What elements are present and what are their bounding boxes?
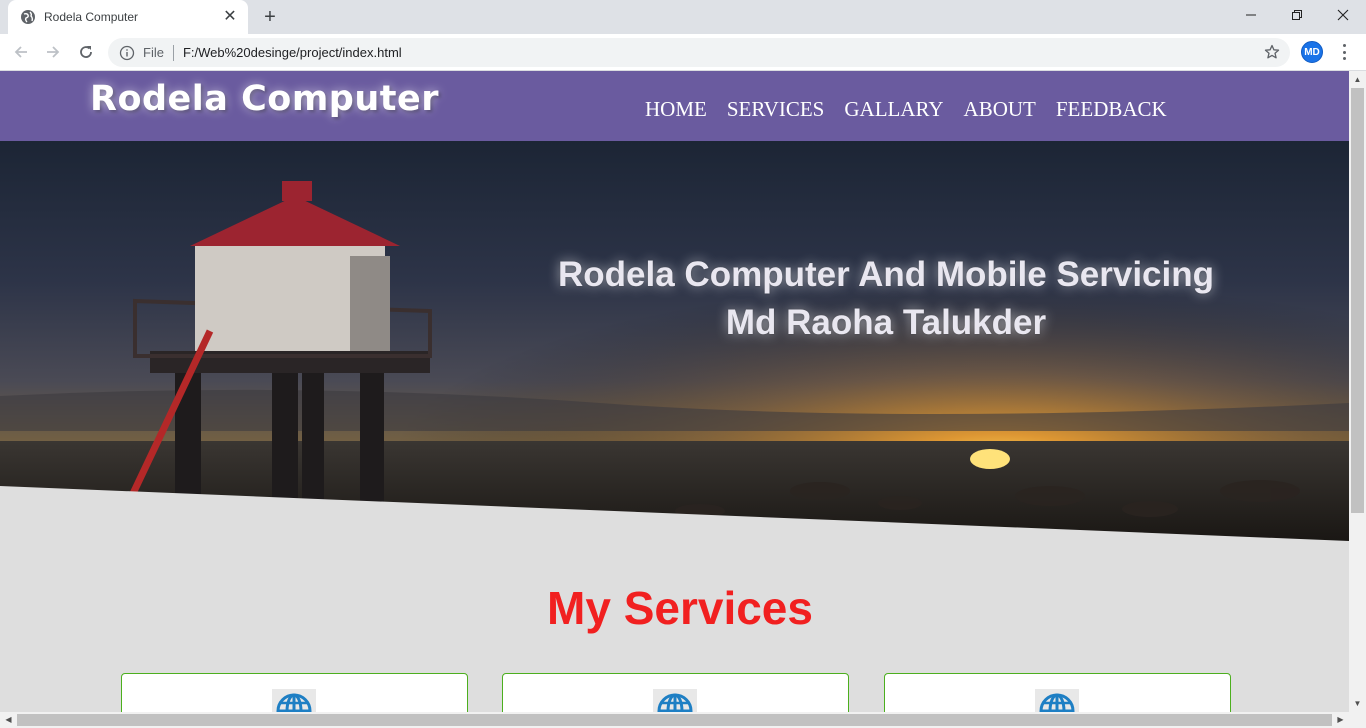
- service-card[interactable]: [884, 673, 1231, 712]
- hero-banner: Rodela Computer And Mobile Servicing Md …: [0, 141, 1349, 541]
- browser-toolbar: File F:/Web%20desinge/project/index.html…: [0, 34, 1366, 71]
- horizontal-scroll-thumb[interactable]: [17, 714, 1332, 726]
- scroll-up-arrow-icon[interactable]: ▲: [1349, 71, 1366, 88]
- info-icon[interactable]: [119, 45, 135, 61]
- globe-icon: [653, 689, 697, 712]
- restore-window-button[interactable]: [1274, 0, 1320, 30]
- site-header: Rodela Computer HOME SERVICES GALLARY AB…: [0, 71, 1349, 141]
- profile-avatar[interactable]: MD: [1301, 41, 1323, 63]
- tab-title: Rodela Computer: [44, 10, 139, 24]
- url-text[interactable]: F:/Web%20desinge/project/index.html: [183, 45, 402, 60]
- hero-heading: Rodela Computer And Mobile Servicing Md …: [558, 251, 1214, 347]
- scheme-label: File: [143, 45, 164, 60]
- service-card[interactable]: [121, 673, 468, 712]
- arrow-left-icon: [14, 46, 27, 58]
- new-tab-button[interactable]: +: [258, 5, 282, 29]
- close-icon: [1337, 9, 1349, 21]
- reload-icon: [80, 46, 92, 58]
- browser-tab-bar: Rodela Computer ✕ +: [0, 0, 1366, 34]
- arrow-right-icon: [47, 46, 60, 58]
- site-logo[interactable]: Rodela Computer: [90, 79, 439, 119]
- nav-gallary[interactable]: GALLARY: [844, 97, 943, 122]
- minimize-window-button[interactable]: [1228, 0, 1274, 30]
- services-title: My Services: [547, 582, 813, 634]
- hero-line-2: Md Raoha Talukder: [725, 303, 1047, 342]
- vertical-scrollbar[interactable]: ▲ ▼: [1349, 71, 1366, 712]
- page-viewport: Rodela Computer HOME SERVICES GALLARY AB…: [0, 71, 1349, 712]
- nav-feedback[interactable]: FEEDBACK: [1056, 97, 1167, 122]
- forward-button[interactable]: [40, 40, 66, 64]
- minimize-icon: [1246, 14, 1256, 16]
- browser-tab[interactable]: Rodela Computer ✕: [8, 0, 248, 34]
- address-separator: [172, 44, 174, 61]
- restore-icon: [1292, 10, 1302, 20]
- main-nav: HOME SERVICES GALLARY ABOUT FEEDBACK: [645, 97, 1167, 122]
- nav-about[interactable]: ABOUT: [964, 97, 1036, 122]
- nav-home[interactable]: HOME: [645, 97, 707, 122]
- address-bar[interactable]: File F:/Web%20desinge/project/index.html: [108, 38, 1290, 67]
- scroll-down-arrow-icon[interactable]: ▼: [1349, 695, 1366, 712]
- horizontal-scrollbar[interactable]: ◀ ▶: [0, 712, 1366, 728]
- close-window-button[interactable]: [1320, 0, 1366, 30]
- nav-services[interactable]: SERVICES: [727, 97, 825, 122]
- scroll-left-arrow-icon[interactable]: ◀: [0, 712, 17, 728]
- bookmark-star-icon[interactable]: [1264, 44, 1280, 60]
- close-tab-icon[interactable]: ✕: [222, 9, 238, 25]
- vertical-scroll-thumb[interactable]: [1351, 88, 1364, 513]
- globe-favicon-icon: [20, 9, 36, 25]
- back-button[interactable]: [8, 40, 34, 64]
- hero-line-1: Rodela Computer And Mobile Servicing: [558, 255, 1214, 294]
- browser-menu-icon[interactable]: [1336, 42, 1352, 62]
- reload-button[interactable]: [73, 40, 99, 64]
- globe-icon: [1035, 689, 1079, 712]
- service-card[interactable]: [502, 673, 849, 712]
- scroll-right-arrow-icon[interactable]: ▶: [1332, 712, 1349, 728]
- globe-icon: [272, 689, 316, 712]
